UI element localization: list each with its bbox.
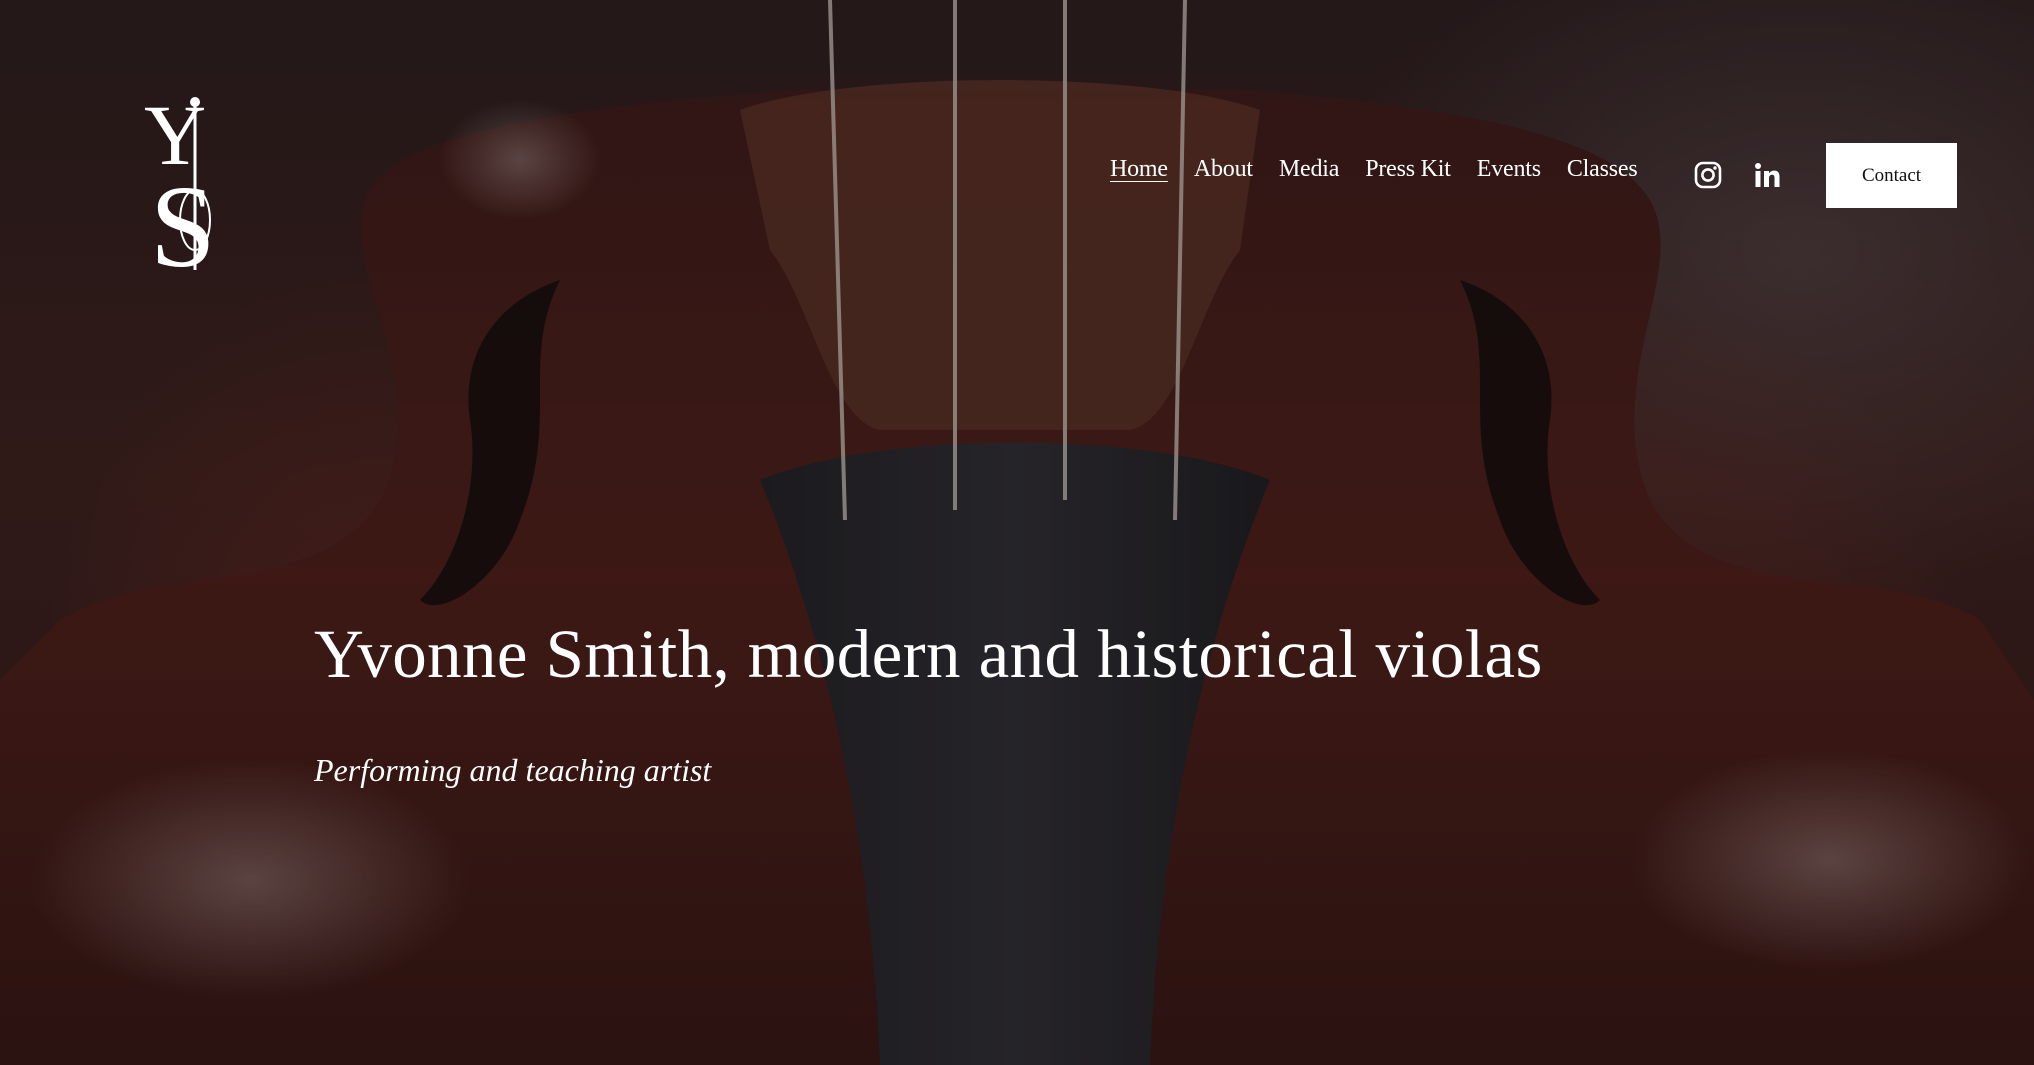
hero-title: Yvonne Smith, modern and historical viol… [314,616,1543,692]
nav-home[interactable]: Home [1110,156,1168,183]
nav-classes[interactable]: Classes [1567,156,1638,183]
svg-text:S: S [150,161,216,275]
nav-about[interactable]: About [1194,156,1253,183]
hero-section: Y S Home About Media Press Kit Events Cl… [0,0,2034,1065]
main-nav: Home About Media Press Kit Events Classe… [1110,156,1663,183]
linkedin-icon[interactable] [1754,162,1780,188]
instagram-icon[interactable] [1694,161,1722,189]
nav-media[interactable]: Media [1279,156,1340,183]
contact-button[interactable]: Contact [1826,143,1957,208]
site-logo[interactable]: Y S [140,80,250,275]
nav-events[interactable]: Events [1477,156,1541,183]
hero-overlay [0,0,2034,1065]
nav-press-kit[interactable]: Press Kit [1365,156,1451,183]
hero-subtitle: Performing and teaching artist [314,752,712,788]
